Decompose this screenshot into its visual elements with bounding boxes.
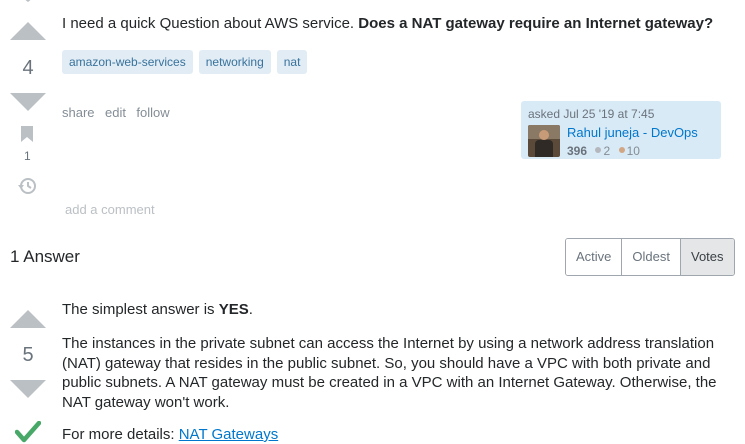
answer-vote-count: 5 <box>22 344 34 366</box>
add-comment-link[interactable]: add a comment <box>65 202 155 217</box>
tab-active[interactable]: Active <box>566 239 623 275</box>
question-body: I need a quick Question about AWS servic… <box>62 14 742 33</box>
edit-link[interactable]: edit <box>105 105 126 120</box>
answer-paragraph-2: The instances in the private subnet can … <box>62 335 717 411</box>
follow-link[interactable]: follow <box>136 105 169 120</box>
question-vote-count: 4 <box>22 57 34 79</box>
accepted-check-icon <box>14 420 42 444</box>
answer-upvote-button[interactable] <box>10 310 46 328</box>
reputation: 396 <box>567 144 588 158</box>
silver-badge-icon <box>595 147 602 154</box>
answer-paragraph-3: For more details: NAT Gateways <box>62 425 278 444</box>
asked-timestamp: asked Jul 25 '19 at 7:45 <box>528 107 655 121</box>
user-card: asked Jul 25 '19 at 7:45 Rahul juneja - … <box>521 101 721 159</box>
silver-badge-count: 2 <box>603 144 611 158</box>
nat-gateways-link[interactable]: NAT Gateways <box>179 426 278 443</box>
answers-count-header: 1 Answer <box>10 247 80 266</box>
bronze-badge-count: 10 <box>626 144 640 158</box>
avatar[interactable] <box>528 125 560 157</box>
tag-list: amazon-web-services networking nat <box>62 50 308 74</box>
bronze-badge-icon <box>618 147 625 154</box>
question-text-bold: Does a NAT gateway require an Internet g… <box>358 15 714 32</box>
question-text: I need a quick Question about AWS servic… <box>62 15 355 32</box>
user-name-link[interactable]: Rahul juneja - DevOps <box>567 125 698 140</box>
post-menu: share edit follow <box>62 104 176 122</box>
share-link[interactable]: share <box>62 105 95 120</box>
tab-votes[interactable]: Votes <box>680 239 734 275</box>
answer-p1-text: The simplest answer is <box>62 301 219 318</box>
question-upvote-button[interactable] <box>10 22 46 40</box>
answer-p1-bold: YES <box>218 301 249 318</box>
previous-arrow-fragment <box>18 0 38 2</box>
tag-nat[interactable]: nat <box>276 50 308 74</box>
tab-oldest[interactable]: Oldest <box>622 239 681 275</box>
question-downvote-button[interactable] <box>10 93 46 111</box>
answer-sort-tabs: Active Oldest Votes <box>565 238 735 276</box>
bookmark-count: 1 <box>24 149 31 163</box>
answer-p3-text: For more details: <box>62 426 179 443</box>
answer-paragraph-1: The simplest answer is YES. <box>62 300 253 320</box>
bookmark-icon[interactable] <box>21 126 33 147</box>
tag-networking[interactable]: networking <box>198 50 271 74</box>
history-icon[interactable] <box>17 176 37 201</box>
answer-p1-end: . <box>248 301 253 318</box>
answer-downvote-button[interactable] <box>10 380 46 398</box>
tag-aws[interactable]: amazon-web-services <box>62 50 193 74</box>
